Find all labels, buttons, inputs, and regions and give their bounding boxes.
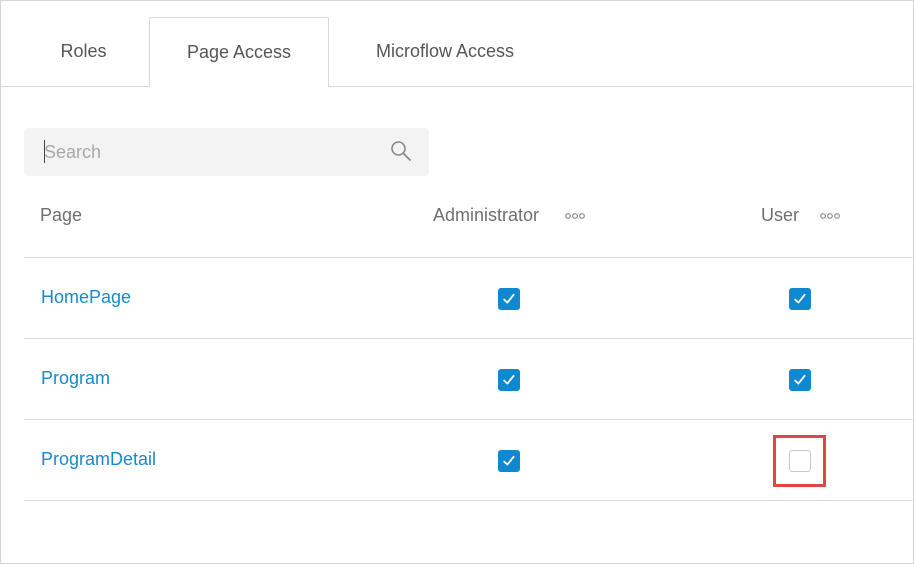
- search-icon[interactable]: [390, 140, 412, 162]
- user-checkbox[interactable]: [789, 288, 811, 310]
- search-box: [24, 128, 429, 176]
- tab-roles[interactable]: Roles: [31, 17, 136, 86]
- administrator-checkbox[interactable]: [498, 369, 520, 391]
- column-header-administrator: Administrator: [433, 205, 540, 225]
- search-input[interactable]: [24, 128, 384, 176]
- more-options-icon[interactable]: [565, 211, 587, 221]
- administrator-checkbox[interactable]: [498, 450, 520, 472]
- table-row-page-link[interactable]: HomePage: [41, 287, 131, 308]
- text-cursor: [44, 140, 45, 163]
- divider: [24, 500, 913, 501]
- tab-bar: Roles Page Access Microflow Access: [1, 1, 913, 87]
- administrator-checkbox[interactable]: [498, 288, 520, 310]
- highlight-annotation: [773, 435, 826, 487]
- page-access-panel: Roles Page Access Microflow Access Page …: [0, 0, 914, 564]
- tab-microflow-access[interactable]: Microflow Access: [346, 17, 544, 86]
- more-options-icon[interactable]: [820, 211, 842, 221]
- divider: [24, 419, 913, 420]
- column-header-user: User: [761, 205, 800, 225]
- table-row-page-link[interactable]: ProgramDetail: [41, 449, 156, 470]
- divider: [24, 338, 913, 339]
- user-checkbox[interactable]: [789, 369, 811, 391]
- tab-page-access[interactable]: Page Access: [149, 17, 329, 87]
- divider: [24, 257, 913, 258]
- table-row-page-link[interactable]: Program: [41, 368, 110, 389]
- column-header-page: Page: [40, 205, 83, 225]
